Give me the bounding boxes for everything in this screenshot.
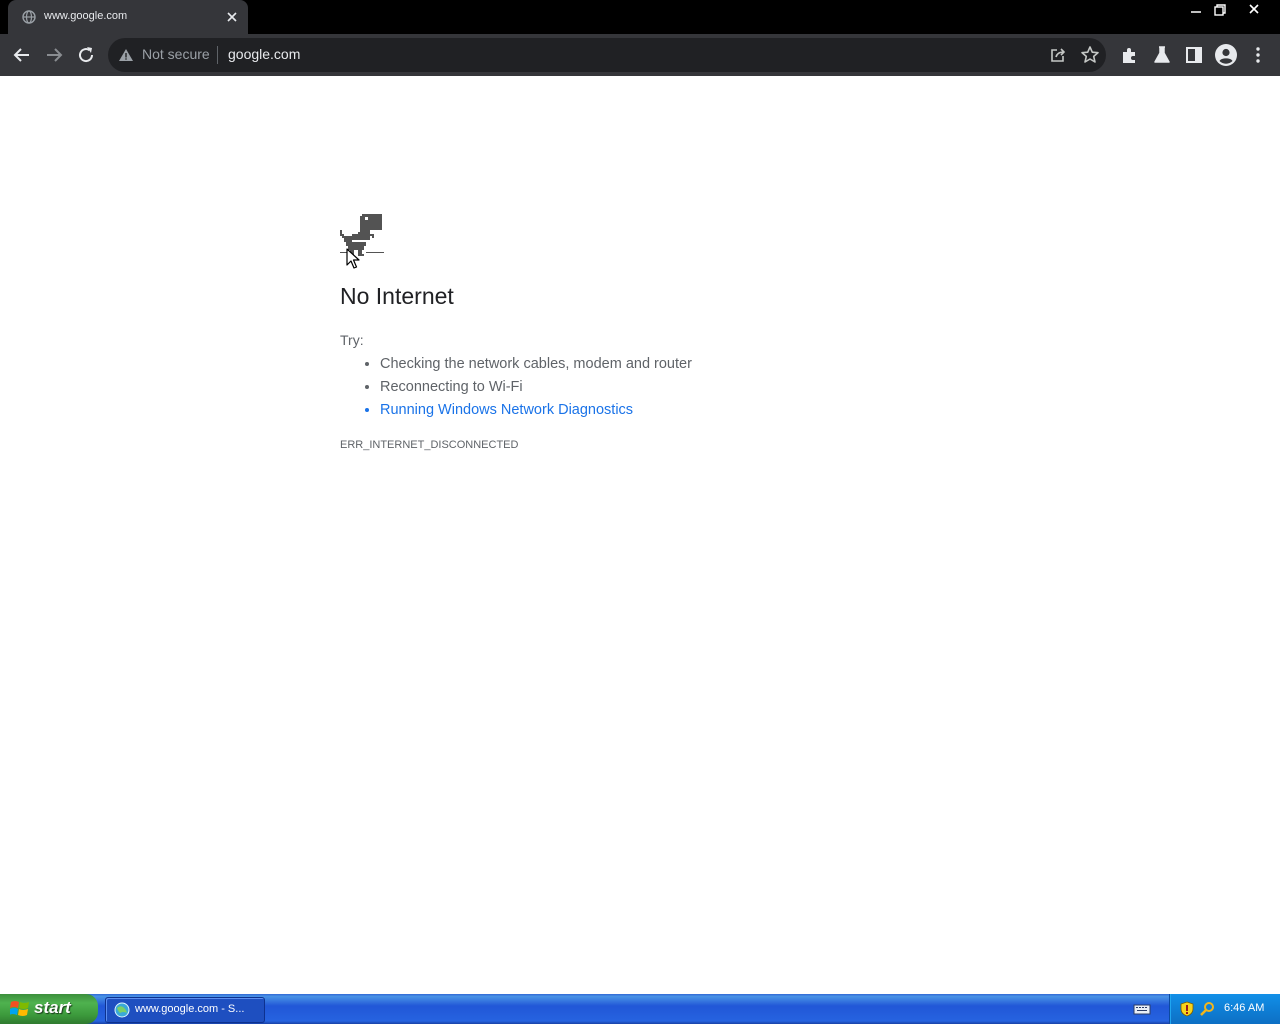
share-icon[interactable] [1046,43,1070,67]
labs-flask-icon[interactable] [1150,43,1174,67]
omnibox-divider [217,46,218,64]
network-diagnostics-link[interactable]: Running Windows Network Diagnostics [380,400,692,423]
extensions-puzzle-icon[interactable] [1118,43,1142,67]
page-title: No Internet [340,283,454,309]
start-button[interactable]: start [0,994,98,1024]
keyboard-icon[interactable] [1133,1002,1151,1016]
windows-logo-icon [10,1000,30,1018]
mouse-cursor-icon [346,248,362,270]
taskbar-window-label: www.google.com - S... [135,1003,245,1015]
system-tray: 6:46 AM [1169,994,1280,1024]
taskbar-window-button[interactable]: www.google.com - S... [105,997,265,1023]
window-close-icon[interactable] [1243,3,1265,17]
suggestion-list: Checking the network cables, modem and r… [340,354,692,423]
error-code: ERR_INTERNET_DISCONNECTED [340,439,519,451]
more-menu-icon[interactable] [1246,43,1270,67]
minimize-icon[interactable] [1185,3,1207,17]
browser-tab[interactable]: www.google.com [8,0,248,34]
start-label: start [34,998,71,1017]
bookmark-star-icon[interactable] [1078,43,1102,67]
reload-icon[interactable] [74,43,98,67]
url-text[interactable]: google.com [228,46,300,62]
back-arrow-icon[interactable] [10,43,34,67]
page-content [0,76,1280,994]
warning-triangle-icon[interactable] [118,47,134,63]
browser-app-icon [114,1002,130,1018]
forward-arrow-icon[interactable] [42,43,66,67]
close-tab-icon[interactable] [225,10,239,24]
globe-icon [22,10,36,24]
suggestion-reconnect-wifi: Reconnecting to Wi-Fi [380,377,692,400]
try-label: Try: [340,332,364,348]
tab-title: www.google.com [44,10,128,22]
side-panel-icon[interactable] [1182,43,1206,67]
taskbar-clock: 6:46 AM [1224,1002,1265,1014]
restore-icon[interactable] [1209,3,1231,17]
security-shield-icon[interactable] [1180,1001,1194,1017]
profile-avatar-icon[interactable] [1214,43,1238,67]
security-status-label[interactable]: Not secure [142,46,210,62]
address-bar[interactable]: Not secure google.com [108,38,1106,72]
search-key-icon[interactable] [1199,1001,1215,1017]
suggestion-check-cables: Checking the network cables, modem and r… [380,354,692,377]
